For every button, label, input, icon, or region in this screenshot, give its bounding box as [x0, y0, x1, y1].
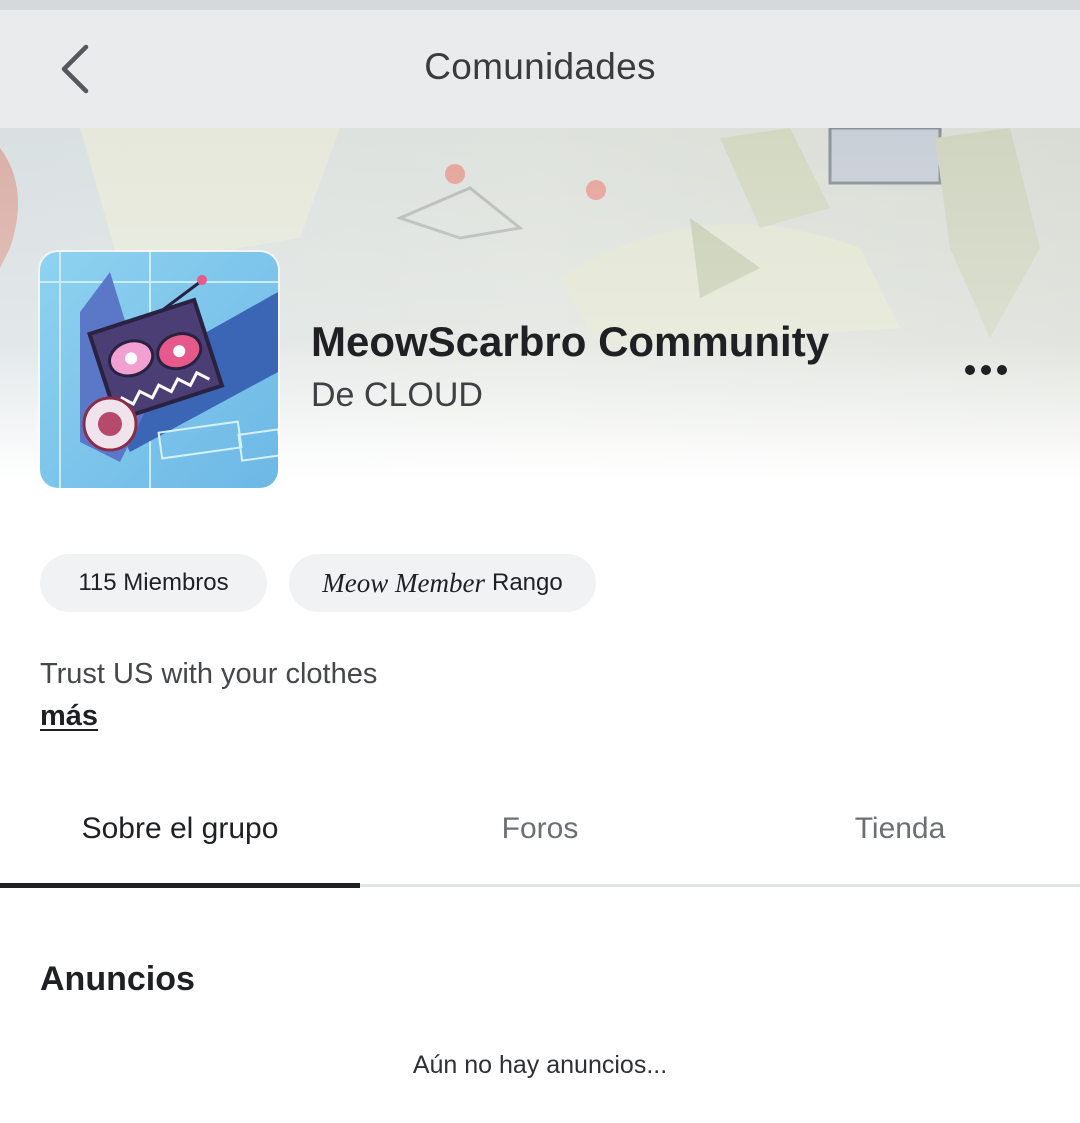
members-count-pill[interactable]: 115 Miembros [40, 554, 267, 612]
see-more-link[interactable]: más [40, 700, 98, 733]
top-bar: Comunidades [0, 10, 1080, 128]
tab-about[interactable]: Sobre el grupo [0, 770, 360, 888]
more-options-button[interactable] [956, 350, 1016, 390]
announcements-empty-text: Aún no hay anuncios... [412, 1051, 668, 1079]
community-page: Comunidades MeowScarbro Community De CLO… [0, 0, 1080, 1123]
tab-bar: Sobre el grupo Foros Tienda [0, 770, 1080, 888]
members-count-label: 115 Miembros [78, 569, 229, 596]
tab-forums[interactable]: Foros [360, 770, 720, 888]
active-tab-indicator [0, 883, 360, 888]
rank-pill[interactable]: Meow Member Rango [289, 554, 596, 612]
community-owner[interactable]: De CLOUD [311, 376, 483, 415]
community-avatar[interactable] [40, 252, 278, 488]
ellipsis-icon [965, 365, 1007, 375]
rank-name: Meow Member [322, 567, 485, 598]
rank-label: Rango [491, 569, 563, 596]
community-name: MeowScarbro Community [311, 318, 830, 365]
announcements-title: Anuncios [40, 960, 195, 998]
community-description: Trust US with your clothes [40, 658, 378, 690]
status-strip [0, 0, 1080, 10]
page-title: Comunidades [424, 46, 656, 87]
tab-store[interactable]: Tienda [720, 770, 1080, 888]
